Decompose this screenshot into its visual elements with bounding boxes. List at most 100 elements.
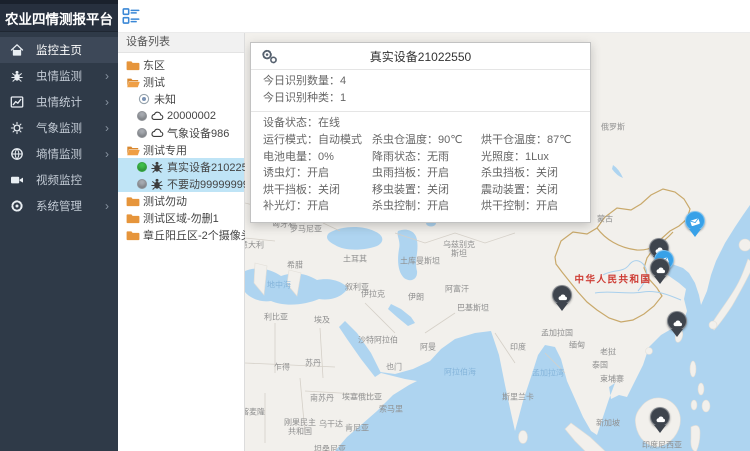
folder-icon — [126, 194, 140, 208]
device-tree-item[interactable]: 测试区域-勿删1 — [118, 209, 244, 226]
popup-stat-row: 今日识别种类1 — [263, 90, 578, 107]
field-label: 运行模式 — [263, 134, 318, 146]
popup-field: 杀虫挡板关闭 — [481, 165, 578, 182]
marker-pin — [650, 407, 670, 427]
stat-value: 在线 — [318, 117, 340, 129]
soil-icon — [10, 147, 24, 161]
field-value: 开启 — [307, 200, 329, 212]
field-value: 关闭 — [536, 184, 558, 196]
field-value: 0% — [318, 151, 334, 163]
device-tree: 东区 测试 未知 20000002 气象设备986 测试专用 真实设备21022… — [118, 53, 244, 243]
popup-field: 杀虫控制开启 — [372, 198, 481, 215]
folder-icon — [126, 228, 140, 242]
sidebar-item[interactable]: 监控主页 › — [0, 37, 118, 63]
popup-field: 烘干仓温度87℃ — [481, 132, 578, 149]
popup-field: 光照度1Lux — [481, 149, 578, 166]
field-label: 移虫装置 — [372, 184, 427, 196]
popup-body: 设备状态在线 运行模式自动模式杀虫仓温度90℃烘干仓温度87℃电池电量0%降雨状… — [251, 112, 590, 222]
sidebar-item-label: 视频监控 — [36, 172, 105, 188]
bug-icon — [150, 160, 164, 174]
tree-item-label: 测试专用 — [143, 142, 187, 158]
field-value: 90℃ — [438, 134, 463, 146]
popup-grid: 运行模式自动模式杀虫仓温度90℃烘干仓温度87℃电池电量0%降雨状态无雨光照度1… — [263, 132, 578, 215]
sidebar-item[interactable]: 气象监测 › — [0, 115, 118, 141]
tree-toggle-icon[interactable] — [122, 7, 140, 25]
tree-item-label: 测试勿动 — [143, 193, 187, 209]
sidebar-item[interactable]: 视频监控 › — [0, 167, 118, 193]
sidebar-menu: 监控主页 › 虫情监测 › 虫情统计 › 气象监测 › 墒情监测 › 视频监控 … — [0, 32, 118, 219]
device-panel: 设备列表 东区 测试 未知 20000002 气象设备986 测试专用 真实设备… — [118, 33, 245, 451]
stat-value: 4 — [340, 75, 346, 87]
popup-field: 诱虫灯开启 — [263, 165, 372, 182]
marker-pin — [667, 311, 687, 331]
popup-status-row: 设备状态在线 — [263, 115, 578, 132]
device-tree-item[interactable]: 真实设备21022550 — [118, 158, 244, 175]
cloud-icon — [655, 412, 666, 423]
tree-item-label: 未知 — [154, 91, 176, 107]
device-marker[interactable] — [552, 285, 572, 312]
popup-field: 电池电量0% — [263, 149, 372, 166]
chevron-right-icon: › — [105, 148, 109, 160]
device-tree-item[interactable]: 20000002 — [118, 107, 244, 124]
popup-field: 降雨状态无雨 — [372, 149, 481, 166]
field-label: 虫雨挡板 — [372, 167, 427, 179]
popup-field: 杀虫仓温度90℃ — [372, 132, 481, 149]
popup-field: 移虫装置关闭 — [372, 182, 481, 199]
device-icon — [689, 215, 701, 227]
device-tree-item[interactable]: 测试 — [118, 73, 244, 90]
chevron-right-icon: › — [105, 200, 109, 212]
popup-header: 真实设备21022550 — [251, 43, 590, 70]
field-value: 关闭 — [318, 184, 340, 196]
field-value: 关闭 — [427, 184, 449, 196]
popup-field: 震动装置关闭 — [481, 182, 578, 199]
bug-icon — [150, 177, 164, 191]
video-icon — [10, 173, 24, 187]
sidebar-item[interactable]: 墒情监测 › — [0, 141, 118, 167]
device-tree-item[interactable]: 不要动99999999 — [118, 175, 244, 192]
app-title: 农业四情测报平台 — [0, 0, 118, 32]
device-tree-item[interactable]: 测试专用 — [118, 141, 244, 158]
tree-item-label: 20000002 — [167, 110, 216, 122]
chevron-right-icon: › — [105, 122, 109, 134]
field-label: 杀虫控制 — [372, 200, 427, 212]
device-tree-item[interactable]: 气象设备986 — [118, 124, 244, 141]
field-label: 补光灯 — [263, 200, 307, 212]
field-label: 电池电量 — [263, 151, 318, 163]
tree-item-label: 气象设备986 — [167, 125, 229, 141]
device-tree-item[interactable]: 东区 — [118, 56, 244, 73]
device-marker[interactable] — [650, 258, 670, 285]
field-value: 开启 — [307, 167, 329, 179]
field-label: 光照度 — [481, 151, 525, 163]
popup-field: 运行模式自动模式 — [263, 132, 372, 149]
device-tree-item[interactable]: 未知 — [118, 90, 244, 107]
field-value: 1Lux — [525, 151, 549, 163]
device-marker[interactable] — [650, 407, 670, 434]
sidebar-item[interactable]: 虫情统计 › — [0, 89, 118, 115]
cloud-icon — [150, 126, 164, 140]
stat-value: 1 — [340, 92, 346, 104]
device-tree-item[interactable]: 测试勿动 — [118, 192, 244, 209]
sidebar-item[interactable]: 系统管理 › — [0, 193, 118, 219]
device-marker[interactable] — [685, 211, 705, 238]
tree-item-label: 章丘阳丘区-2个摄像头 — [143, 227, 252, 243]
tree-item-label: 测试区域-勿删1 — [143, 210, 219, 226]
radio-icon — [137, 92, 151, 106]
stat-label: 今日识别种类 — [263, 92, 340, 104]
field-label: 烘干控制 — [481, 200, 536, 212]
bug-icon — [10, 69, 24, 83]
field-value: 开启 — [427, 200, 449, 212]
device-panel-header: 设备列表 — [118, 33, 244, 53]
folder-icon — [126, 58, 140, 72]
tree-item-label: 东区 — [143, 57, 165, 73]
popup-stats: 今日识别数量4今日识别种类1 — [251, 70, 590, 112]
device-marker[interactable] — [667, 311, 687, 338]
device-tree-item[interactable]: 章丘阳丘区-2个摄像头 — [118, 226, 244, 243]
sidebar-item-label: 虫情统计 — [36, 94, 105, 110]
marker-pin — [552, 285, 572, 305]
cloud-icon — [150, 109, 164, 123]
sidebar-item[interactable]: 虫情监测 › — [0, 63, 118, 89]
cogs-icon[interactable] — [261, 48, 277, 64]
map-canvas[interactable]: 俄罗斯捷克乌克兰匈牙利罗马尼亚意大利哈萨克斯坦蒙古希腊土耳其土库曼斯坦乌兹别克 … — [245, 33, 750, 451]
popup-field: 补光灯开启 — [263, 198, 372, 215]
status-dot — [137, 179, 147, 189]
